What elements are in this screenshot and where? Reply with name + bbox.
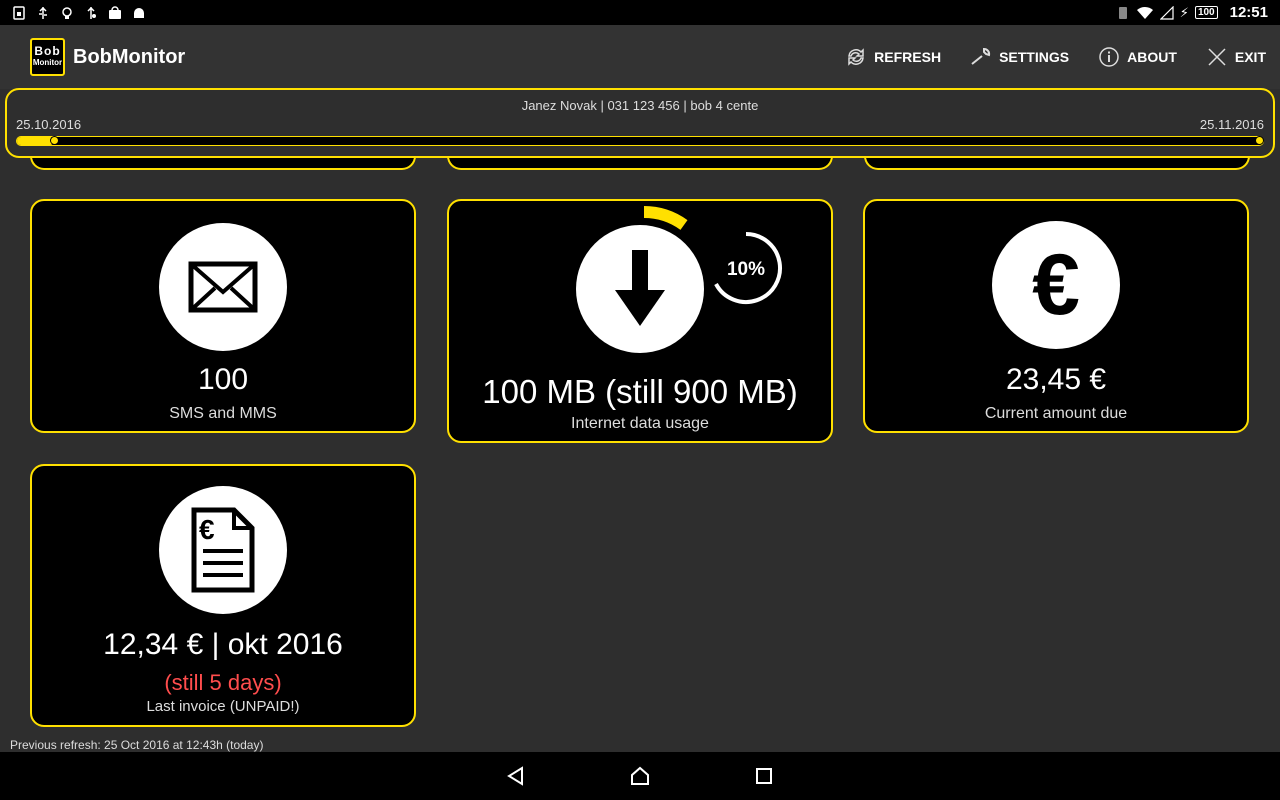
app-logo: Bob Monitor bbox=[30, 38, 65, 76]
settings-label: SETTINGS bbox=[999, 49, 1070, 65]
exit-label: EXIT bbox=[1234, 49, 1266, 65]
charging-icon: ⚡ bbox=[1179, 4, 1189, 20]
logo-bottom: Monitor bbox=[32, 58, 63, 67]
sim-icon bbox=[13, 5, 25, 20]
wifi-icon bbox=[1136, 6, 1153, 19]
clock: 12:51 bbox=[1229, 4, 1268, 21]
system-indicators: ⚡ 100 12:51 bbox=[1116, 4, 1268, 21]
envelope-icon bbox=[188, 261, 258, 313]
sms-value: 100 bbox=[197, 363, 249, 396]
data-percent-label: 10% bbox=[726, 259, 766, 280]
amount-value: 23,45 € bbox=[1005, 363, 1107, 396]
amount-label: Current amount due bbox=[984, 405, 1128, 422]
period-end-date: 25.11.2016 bbox=[1199, 117, 1264, 132]
back-icon[interactable] bbox=[504, 764, 528, 788]
invoice-icon-circle: € bbox=[159, 486, 287, 614]
action-menu: REFRESH SETTINGS ABOUT EXIT bbox=[816, 45, 1266, 69]
period-start-date: 25.10.2016 bbox=[16, 117, 82, 132]
status-bar: ⚡ 100 12:51 bbox=[0, 0, 1280, 25]
period-progress-knob bbox=[50, 136, 60, 145]
refresh-button[interactable]: REFRESH bbox=[844, 45, 941, 69]
navigation-bar bbox=[0, 752, 1280, 800]
sms-label: SMS and MMS bbox=[169, 405, 277, 422]
home-icon[interactable] bbox=[628, 764, 652, 788]
data-usage-card[interactable]: 10% 100 MB (still 900 MB) Internet data … bbox=[447, 199, 833, 443]
refresh-label: REFRESH bbox=[874, 49, 942, 65]
amount-icon-circle: € bbox=[992, 221, 1120, 349]
about-button[interactable]: ABOUT bbox=[1097, 45, 1177, 69]
recents-icon[interactable] bbox=[752, 764, 776, 788]
data-label: Internet data usage bbox=[571, 415, 709, 432]
invoice-icon: € bbox=[191, 507, 255, 593]
refresh-icon bbox=[848, 48, 865, 66]
signal-icon bbox=[1159, 5, 1174, 20]
period-progress-bar bbox=[16, 136, 1264, 146]
sms-card[interactable]: 100 SMS and MMS bbox=[30, 199, 416, 433]
close-icon bbox=[1208, 48, 1226, 66]
data-icon-circle bbox=[576, 225, 704, 353]
notification-icons bbox=[12, 5, 146, 20]
last-invoice-card[interactable]: € 12,34 € | okt 2016 (still 5 days) Last… bbox=[30, 464, 416, 727]
about-label: ABOUT bbox=[1127, 49, 1177, 65]
last-refresh-text: Previous refresh: 25 Oct 2016 at 12:43h … bbox=[10, 738, 264, 752]
invoice-due-warning: (still 5 days) bbox=[164, 670, 282, 695]
usb-debug-icon bbox=[87, 6, 96, 19]
amount-due-card[interactable]: € 23,45 € Current amount due bbox=[863, 199, 1249, 433]
battery-indicator: 100 bbox=[1194, 6, 1218, 19]
bulb-icon bbox=[62, 6, 72, 19]
wrench-icon bbox=[971, 48, 991, 65]
billing-period-panel: Janez Novak | 031 123 456 | bob 4 cente … bbox=[5, 88, 1275, 158]
download-arrow-icon bbox=[615, 250, 665, 326]
account-caption: Janez Novak | 031 123 456 | bob 4 cente bbox=[521, 98, 759, 113]
data-value: 100 MB (still 900 MB) bbox=[482, 373, 798, 410]
usb-icon bbox=[39, 6, 47, 19]
info-icon bbox=[1099, 47, 1119, 67]
settings-button[interactable]: SETTINGS bbox=[969, 45, 1069, 69]
app-bar: Bob Monitor BobMonitor REFRESH SETTINGS … bbox=[0, 25, 1280, 89]
period-end-knob bbox=[1255, 136, 1264, 145]
invoice-value: 12,34 € | okt 2016 bbox=[103, 628, 343, 661]
android-icon bbox=[134, 7, 144, 18]
app-title: BobMonitor bbox=[73, 45, 186, 68]
euro-icon: € bbox=[1032, 237, 1080, 333]
store-icon bbox=[109, 5, 121, 19]
sms-icon-circle bbox=[159, 223, 287, 351]
logo-top: Bob bbox=[34, 44, 61, 58]
exit-button[interactable]: EXIT bbox=[1205, 45, 1266, 69]
period-progress-fill bbox=[17, 137, 55, 145]
sim-tray-icon bbox=[1118, 6, 1127, 19]
svg-text:€: € bbox=[199, 514, 215, 545]
invoice-label: Last invoice (UNPAID!) bbox=[146, 698, 300, 715]
